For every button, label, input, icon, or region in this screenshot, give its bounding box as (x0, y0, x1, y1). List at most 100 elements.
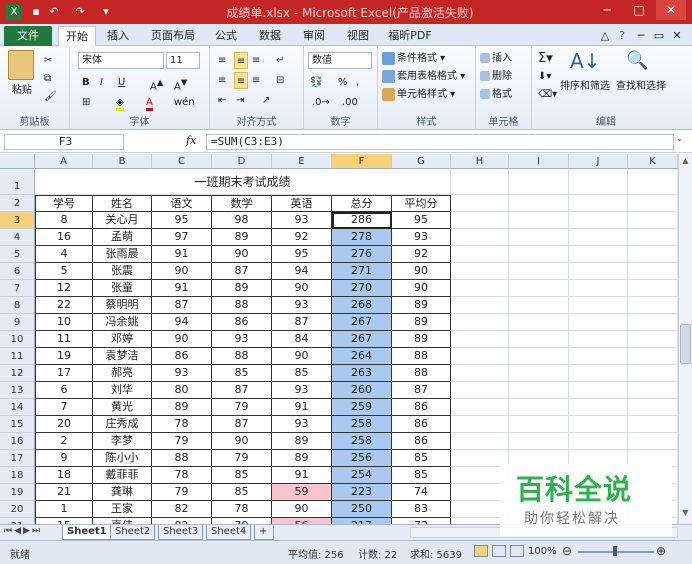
data-cell[interactable]: 267 (332, 314, 392, 331)
phonetic-icon[interactable]: wén (174, 94, 195, 111)
number-format-select[interactable]: 数值 (308, 52, 372, 69)
save-icon[interactable]: ▪ (28, 4, 44, 20)
empty-cell[interactable] (509, 280, 569, 297)
row-header-4[interactable]: 4 (0, 229, 35, 246)
cut-icon[interactable]: ✂ (44, 52, 52, 69)
zoom-slider-thumb[interactable] (613, 546, 617, 556)
empty-cell[interactable] (628, 246, 678, 263)
undo-icon[interactable]: ↶ (46, 4, 62, 20)
data-cell[interactable]: 关心月 (93, 212, 152, 229)
decrease-font-icon[interactable]: A▼ (174, 74, 187, 92)
find-select-icon[interactable]: 🔍 (626, 48, 648, 74)
format-cells-button[interactable]: 格式 (480, 86, 512, 103)
clear-icon[interactable]: ⌫▾ (538, 86, 557, 103)
data-cell[interactable]: 87 (272, 314, 332, 331)
decrease-decimal-icon[interactable]: .00 (342, 94, 358, 111)
data-cell[interactable]: 85 (212, 365, 272, 382)
conditional-formatting-button[interactable]: 条件格式 ▾ (382, 50, 445, 67)
tab-view[interactable]: 视图 (340, 26, 376, 46)
data-cell[interactable]: 82 (152, 501, 212, 518)
data-cell[interactable]: 张童 (93, 280, 152, 297)
data-cell[interactable]: 78 (152, 467, 212, 484)
empty-cell[interactable] (451, 416, 509, 433)
data-cell[interactable]: 79 (212, 450, 272, 467)
header-cell[interactable]: 平均分 (392, 195, 451, 212)
data-cell[interactable]: 90 (272, 501, 332, 518)
page-layout-view-icon[interactable] (492, 545, 506, 557)
sheet-tab-3[interactable]: Sheet3 (158, 525, 204, 540)
row-header-16[interactable]: 16 (0, 433, 35, 450)
sheet-nav-arrows[interactable]: ⏮◀▶⏭ (4, 526, 42, 536)
data-cell[interactable]: 94 (152, 314, 212, 331)
empty-cell[interactable] (451, 229, 509, 246)
select-all-corner[interactable] (0, 154, 35, 169)
empty-cell[interactable] (569, 331, 628, 348)
data-cell[interactable]: 20 (35, 416, 93, 433)
wrap-text-icon[interactable]: ↵ (276, 52, 284, 69)
sort-filter-icon[interactable]: A↓ (570, 48, 600, 74)
maximize-icon[interactable]: □ (624, 0, 654, 20)
data-cell[interactable]: 8 (35, 212, 93, 229)
normal-view-icon[interactable] (474, 545, 488, 557)
format-painter-icon[interactable]: 🖌 (44, 88, 57, 105)
data-cell[interactable]: 陈小小 (93, 450, 152, 467)
row-header-12[interactable]: 12 (0, 365, 35, 382)
tab-file[interactable]: 文件 (4, 26, 52, 46)
empty-cell[interactable] (628, 280, 678, 297)
column-header-g[interactable]: G (392, 154, 451, 169)
row-header-20[interactable]: 20 (0, 501, 35, 518)
data-cell[interactable]: 93 (152, 365, 212, 382)
header-cell[interactable]: 语文 (152, 195, 212, 212)
tab-foxit-pdf[interactable]: 福昕PDF (384, 26, 436, 46)
empty-cell[interactable] (569, 246, 628, 263)
empty-cell[interactable] (509, 246, 569, 263)
data-cell[interactable]: 59 (272, 484, 332, 501)
empty-cell[interactable] (628, 263, 678, 280)
decrease-indent-icon[interactable]: ⇤ (218, 92, 226, 109)
data-cell[interactable]: 88 (152, 450, 212, 467)
underline-button[interactable]: U (118, 74, 125, 91)
data-cell[interactable]: 85 (392, 467, 451, 484)
vertical-scrollbar[interactable]: ▲ ▼ (678, 154, 692, 524)
data-cell[interactable]: 93 (392, 229, 451, 246)
data-cell[interactable]: 黄光 (93, 399, 152, 416)
workbook-restore-icon[interactable]: ▭ (652, 26, 666, 46)
row-header-18[interactable]: 18 (0, 467, 35, 484)
customize-qat-icon[interactable]: ▾ (98, 4, 114, 20)
data-cell[interactable]: 11 (35, 331, 93, 348)
column-header-h[interactable]: H (451, 154, 509, 169)
empty-cell[interactable] (628, 195, 678, 212)
data-cell[interactable]: 79 (152, 433, 212, 450)
merge-center-icon[interactable]: ⊟ (276, 72, 284, 89)
data-cell[interactable]: 92 (392, 246, 451, 263)
comma-style-icon[interactable]: , (356, 74, 359, 91)
data-cell[interactable]: 268 (332, 297, 392, 314)
name-box[interactable]: F3 (4, 134, 124, 150)
empty-cell[interactable] (569, 399, 628, 416)
data-cell[interactable]: 256 (332, 450, 392, 467)
data-cell[interactable]: 孟萌 (93, 229, 152, 246)
empty-cell[interactable] (628, 348, 678, 365)
paste-button[interactable]: 粘贴 (12, 82, 32, 99)
data-cell[interactable]: 22 (35, 297, 93, 314)
data-cell[interactable]: 龚琳 (93, 484, 152, 501)
data-cell[interactable]: 85 (212, 484, 272, 501)
data-cell[interactable]: 86 (212, 314, 272, 331)
empty-cell[interactable] (451, 246, 509, 263)
empty-cell[interactable] (569, 365, 628, 382)
header-cell[interactable]: 总分 (332, 195, 392, 212)
data-cell[interactable]: 庄秀成 (93, 416, 152, 433)
data-cell[interactable]: 95 (392, 212, 451, 229)
data-cell[interactable]: 4 (35, 246, 93, 263)
data-cell[interactable]: 91 (272, 399, 332, 416)
tab-data[interactable]: 数据 (252, 26, 288, 46)
data-cell[interactable]: 90 (272, 280, 332, 297)
data-cell[interactable]: 87 (212, 263, 272, 280)
empty-cell[interactable] (509, 365, 569, 382)
tab-home[interactable]: 开始 (58, 26, 96, 47)
sheet-tab-2[interactable]: Sheet2 (110, 525, 156, 540)
data-cell[interactable]: 85 (392, 450, 451, 467)
data-cell[interactable]: 89 (272, 450, 332, 467)
tab-formulas[interactable]: 公式 (208, 26, 244, 46)
data-cell[interactable]: 78 (212, 501, 272, 518)
